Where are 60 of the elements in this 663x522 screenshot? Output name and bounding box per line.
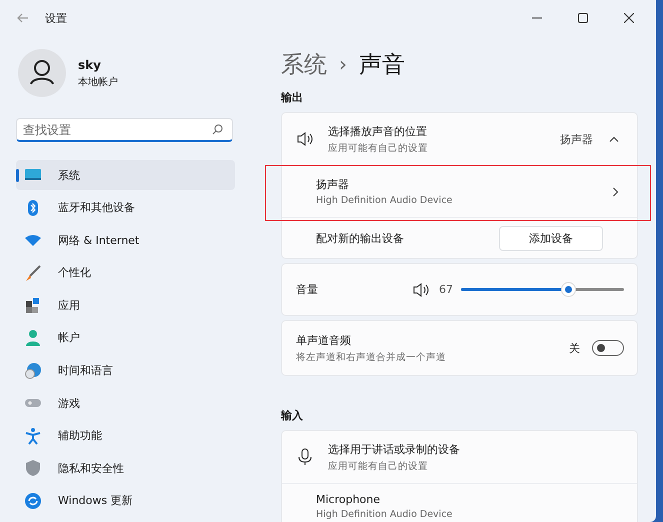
microphone-icon [296,448,314,466]
sidebar-item[interactable]: 隐私和安全性 [16,453,235,484]
sidebar-item[interactable]: 应用 [16,290,235,320]
sidebar-item[interactable]: 游戏 [16,388,235,418]
shield-icon [24,459,42,478]
sidebar-item[interactable]: 帐户 [16,322,235,353]
toggle-state-label: 关 [569,340,580,356]
device-name: Microphone [316,493,382,506]
row-value: 扬声器 [560,132,593,146]
speaker-icon [296,130,314,148]
row-title: 选择播放声音的位置 [328,124,428,138]
row-label: 音量 [296,282,318,297]
sidebar-item[interactable]: 辅助功能 [16,420,235,451]
toggle-switch[interactable] [592,340,624,356]
volume-reading: 67 [439,283,453,296]
row-title: 单声道音频 [296,332,352,348]
slider-track[interactable] [461,283,624,296]
close-icon[interactable] [624,13,634,23]
speaker-icon[interactable] [412,280,430,298]
sidebar-item[interactable]: Windows 更新 [16,486,235,516]
device-row[interactable]: Microphone High Definition Audio Device [282,484,637,522]
section-heading: 输出 [281,90,304,105]
device-name: 扬声器 [316,177,350,192]
add-device-button[interactable]: 添加设备 [499,226,603,250]
row-subtitle: 应用可能有自己的设置 [328,460,429,472]
account-type: 本地帐户 [78,76,118,88]
slider-thumb[interactable] [562,283,574,296]
section-heading: 输入 [281,408,304,423]
row-subtitle: 应用可能有自己的设置 [328,142,428,154]
brush-icon [24,264,42,282]
refresh-icon [24,492,42,510]
row-title: 选择用于讲话或录制的设备 [328,442,460,456]
user-name: sky [78,58,102,72]
sidebar-item[interactable]: 网络 & Internet [16,225,235,256]
device-row[interactable]: 扬声器 High Definition Audio Device [282,166,637,218]
maximize-icon[interactable] [578,13,588,23]
breadcrumb-separator: › [339,52,347,76]
sidebar-item[interactable]: 蓝牙和其他设备 [16,192,235,223]
sidebar-item[interactable]: 个性化 [16,258,235,288]
device-description: High Definition Audio Device [316,509,452,520]
row-label: 配对新的输出设备 [316,230,404,246]
chevron-right-icon [613,186,619,196]
globe-clock-icon [24,362,42,380]
search-icon [212,124,223,135]
sidebar-item[interactable]: 时间和语言 [16,356,235,386]
row-subtitle: 将左声道和右声道合并成一个声道 [296,350,446,364]
device-description: High Definition Audio Device [316,195,452,206]
window-title: 设置 [45,10,67,26]
apps-icon [24,296,42,314]
expander-row[interactable]: 选择播放声音的位置 应用可能有自己的设置 扬声器 [282,113,637,166]
person-icon [24,328,42,347]
breadcrumb-parent[interactable]: 系统 [281,48,327,80]
chevron-up-icon[interactable] [609,136,619,142]
selection-indicator [16,169,19,182]
sidebar-item[interactable]: 系统 [16,160,235,190]
avatar-icon [18,49,66,97]
page-title: 声音 [359,50,405,80]
accessibility-icon [24,426,42,445]
search-field[interactable]: 查找设置 [16,118,233,142]
back-arrow-icon[interactable] [17,13,29,23]
